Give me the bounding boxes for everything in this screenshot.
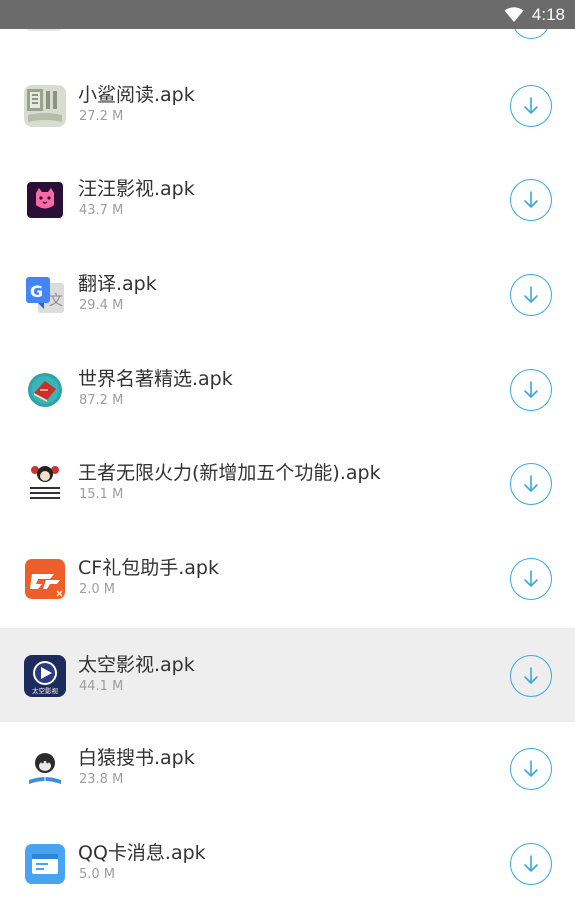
list-item-partial [0,29,575,39]
download-button[interactable] [510,463,552,505]
download-button[interactable] [510,748,552,790]
app-name: QQ卡消息.apk [78,842,206,864]
wangwang-video-icon [24,179,66,221]
status-time: 4:18 [531,4,565,24]
status-bar: 4:18 [0,0,575,29]
space-video-icon-label: 太空影视 [32,686,59,695]
download-button[interactable] [510,558,552,600]
list-item-selected[interactable]: 太空影视 太空影视.apk 44.1 M [0,628,575,722]
app-size: 43.7 M [79,203,124,218]
download-button[interactable] [510,843,552,885]
download-icon [524,855,538,872]
download-icon [524,381,538,398]
download-icon-partial [512,29,550,39]
app-size: 27.2 M [79,109,124,124]
app-name: 世界名著精选.apk [78,368,233,390]
app-name: 小鲨阅读.apk [78,84,195,106]
download-button[interactable] [510,655,552,697]
app-name: 王者无限火力(新增加五个功能).apk [78,462,381,484]
wifi-icon [504,6,524,22]
download-button[interactable] [510,85,552,127]
list-item[interactable]: 小鲨阅读.apk 27.2 M [0,58,575,152]
app-size: 29.4 M [79,298,124,313]
svg-text:文: 文 [49,293,63,309]
download-icon [524,97,538,114]
ape-book-search-icon [24,748,66,790]
download-icon [524,475,538,492]
list-item[interactable]: QQ卡消息.apk 5.0 M [0,816,575,910]
svg-text:G: G [30,282,43,301]
app-size: 23.8 M [79,772,124,787]
app-name: 翻译.apk [78,273,157,295]
download-button[interactable] [510,179,552,221]
list-item[interactable]: 文 G 翻译.apk 29.4 M [0,247,575,341]
list-item[interactable]: 汪汪影视.apk 43.7 M [0,152,575,246]
list-item[interactable]: 白猿搜书.apk 23.8 M [0,721,575,815]
download-icon [524,570,538,587]
download-icon [524,760,538,777]
list-item[interactable]: CF礼包助手.apk 2.0 M [0,531,575,625]
app-size: 87.2 M [79,393,124,408]
download-icon [524,191,538,208]
download-button[interactable] [510,369,552,411]
world-classics-icon [24,369,66,411]
space-video-icon: 太空影视 [24,655,66,697]
app-name: 白猿搜书.apk [78,747,195,769]
download-button[interactable] [510,274,552,316]
xiaosha-reader-icon [24,85,66,127]
app-size: 44.1 M [79,679,124,694]
apk-list[interactable]: 小鲨阅读.apk 27.2 M 汪汪影视.apk 43.7 M 文 G 翻译.a… [0,29,575,920]
qq-card-message-icon [24,843,66,885]
google-translate-icon: 文 G [24,274,66,316]
app-size: 2.0 M [79,582,116,597]
wangzhe-meme-icon [24,463,66,505]
app-size: 5.0 M [79,867,116,882]
list-item[interactable]: 王者无限火力(新增加五个功能).apk 15.1 M [0,436,575,530]
list-item[interactable]: 世界名著精选.apk 87.2 M [0,342,575,436]
cf-gift-icon [24,558,66,600]
app-name: CF礼包助手.apk [78,557,219,579]
app-name: 汪汪影视.apk [78,178,195,200]
app-icon-partial [25,29,63,31]
app-size: 15.1 M [79,487,124,502]
download-icon [524,667,538,684]
app-name: 太空影视.apk [78,654,195,676]
download-icon [524,286,538,303]
